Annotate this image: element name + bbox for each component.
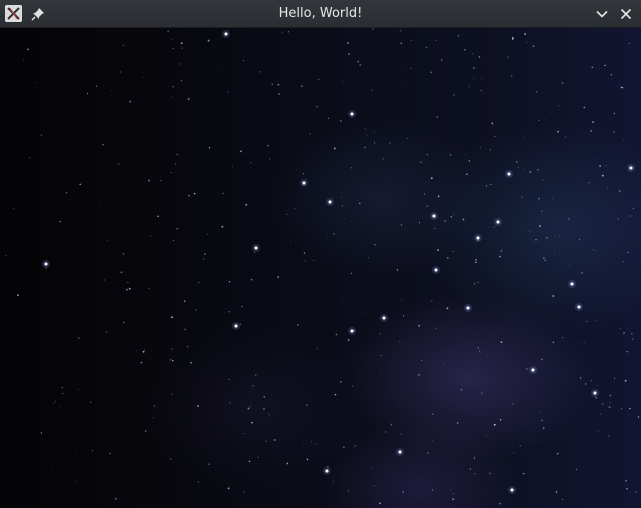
starfield-image xyxy=(5,28,640,505)
window-title: Hello, World! xyxy=(278,6,363,21)
application-window: Hello, World! xyxy=(0,0,641,508)
chevron-down-icon[interactable] xyxy=(594,6,610,22)
pin-icon[interactable] xyxy=(31,6,45,21)
x-window-icon[interactable] xyxy=(5,5,22,22)
title-bar[interactable]: Hello, World! xyxy=(0,0,641,28)
starfield-canvas[interactable] xyxy=(0,28,641,508)
close-icon[interactable] xyxy=(618,6,634,22)
